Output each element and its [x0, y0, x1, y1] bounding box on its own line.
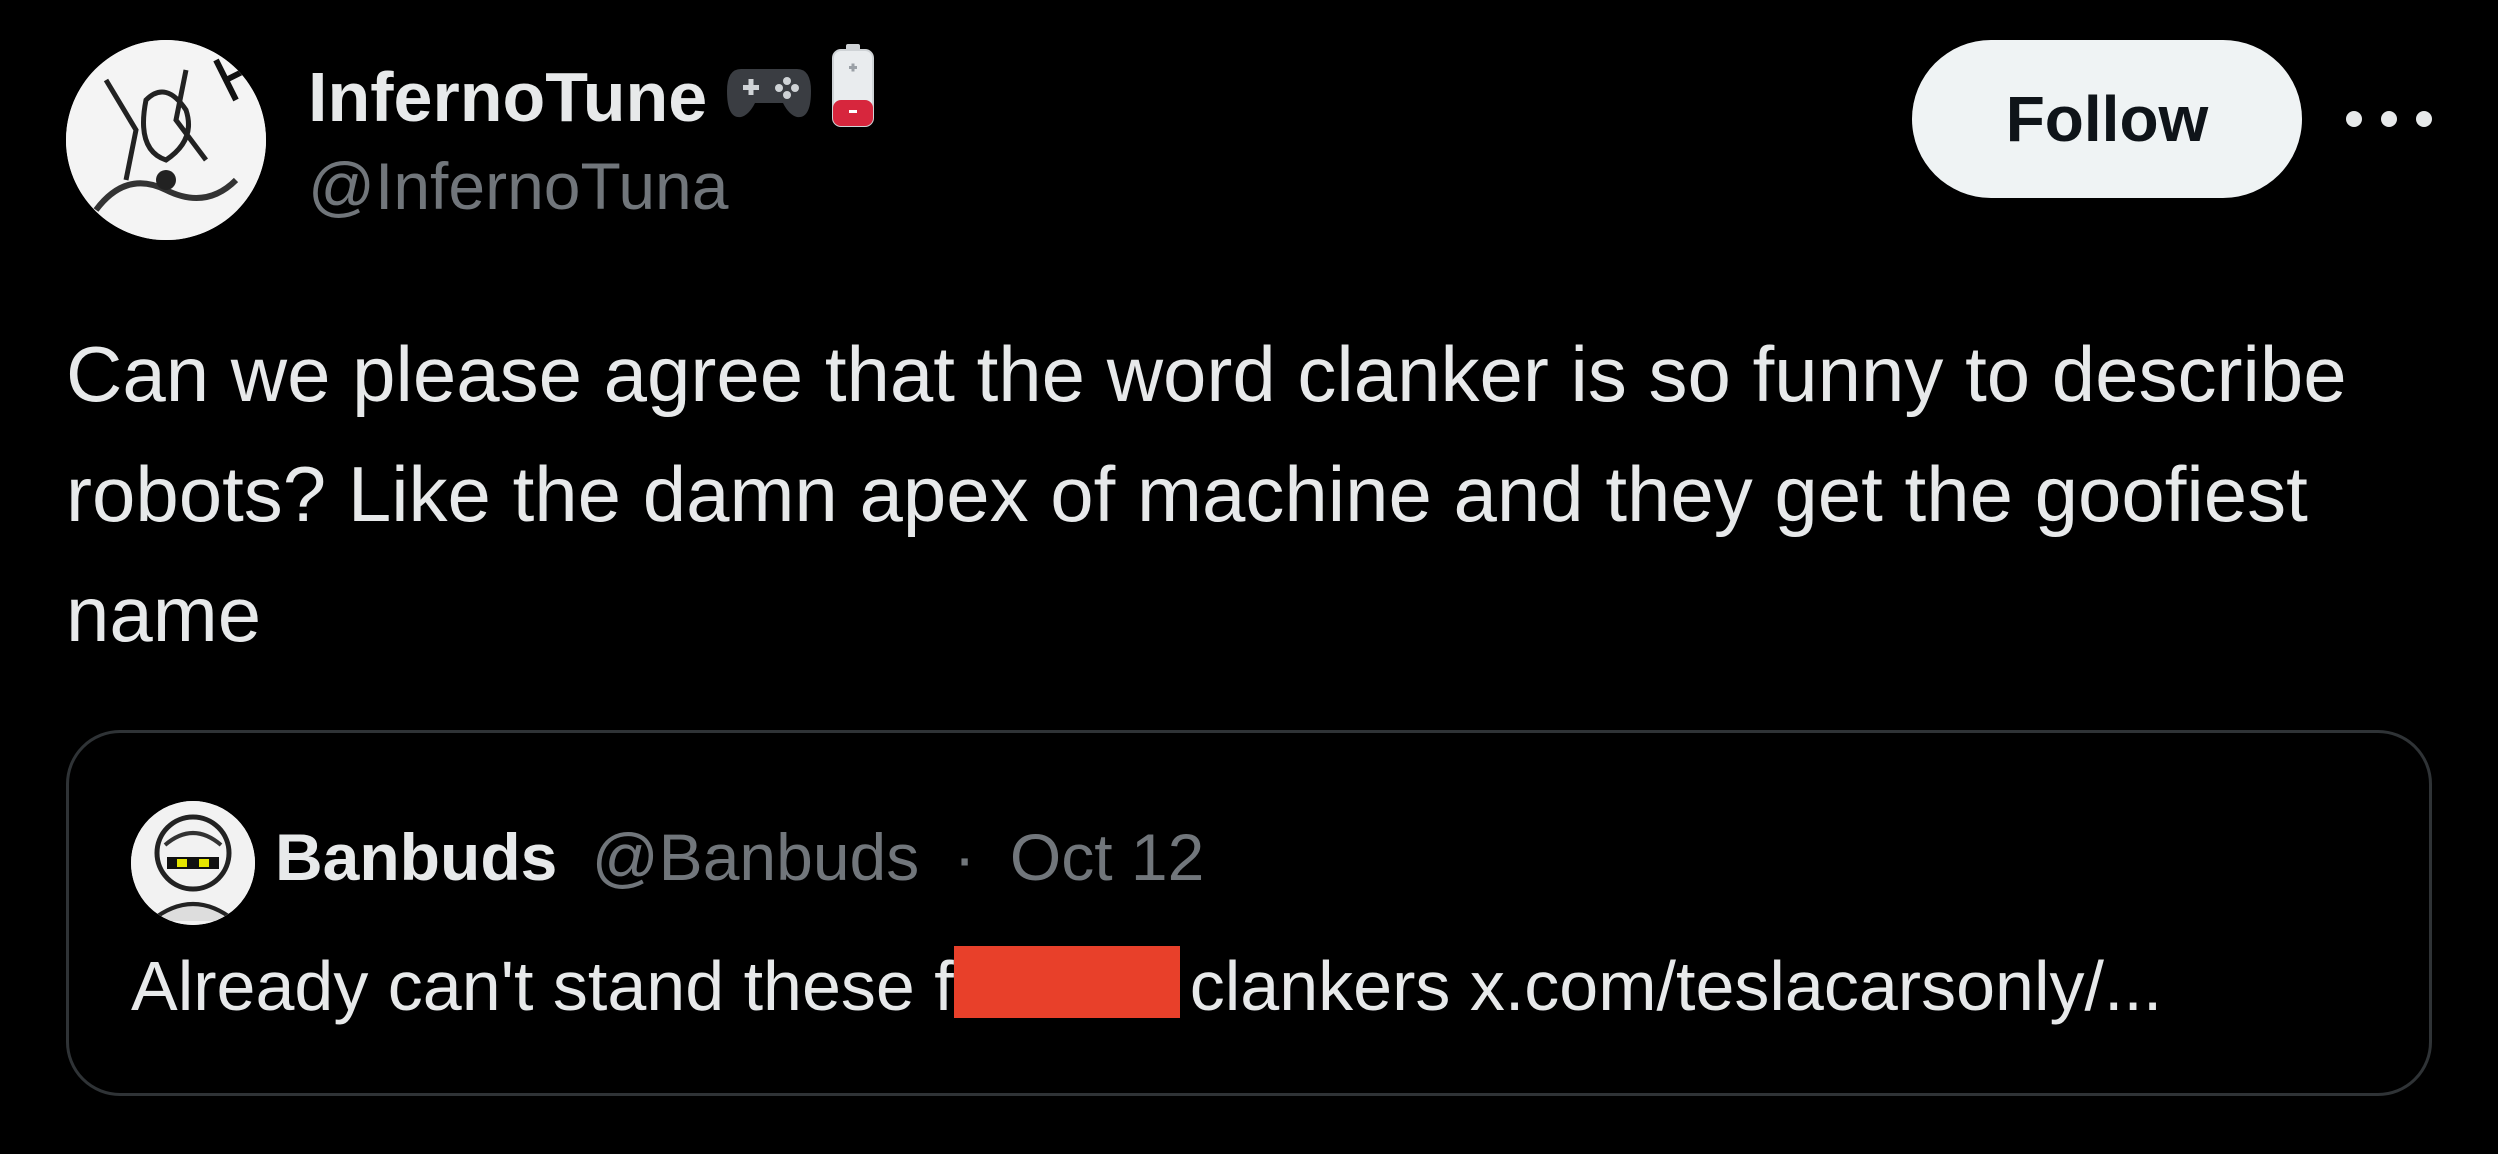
- quoted-text: Already can't stand these f clankers x.co…: [131, 933, 2401, 1039]
- game-controller-icon: [725, 51, 813, 143]
- quoted-header: Banbuds @Banbuds · Oct 12: [275, 807, 1204, 907]
- author-display-name[interactable]: InfernoTune: [308, 42, 875, 152]
- quoted-display-name[interactable]: Banbuds: [275, 820, 557, 894]
- more-dot: [2346, 111, 2362, 127]
- author-name-text[interactable]: InfernoTune: [308, 51, 707, 143]
- quoted-handle[interactable]: @Banbuds: [592, 820, 920, 894]
- more-dot: [2416, 111, 2432, 127]
- quoted-author-avatar[interactable]: [131, 801, 255, 925]
- redaction-block: [953, 946, 1180, 1018]
- separator-dot: ·: [953, 820, 976, 894]
- tweet-text: Can we please agree that the word clanke…: [66, 330, 2347, 658]
- low-battery-icon: [831, 42, 875, 152]
- author-handle[interactable]: @InfernoTuna: [308, 144, 728, 228]
- quoted-text-after: clankers x.com/teslacarsonly/...: [1189, 947, 2163, 1025]
- author-avatar[interactable]: [66, 40, 266, 240]
- quoted-date[interactable]: Oct 12: [1010, 820, 1204, 894]
- follow-button[interactable]: Follow: [1912, 40, 2302, 198]
- more-dot: [2381, 111, 2397, 127]
- quoted-text-before: Already can't stand these f: [131, 947, 954, 1025]
- quoted-tweet-card[interactable]: Banbuds @Banbuds · Oct 12 Already can't …: [66, 730, 2432, 1096]
- more-options-icon[interactable]: [2346, 104, 2432, 134]
